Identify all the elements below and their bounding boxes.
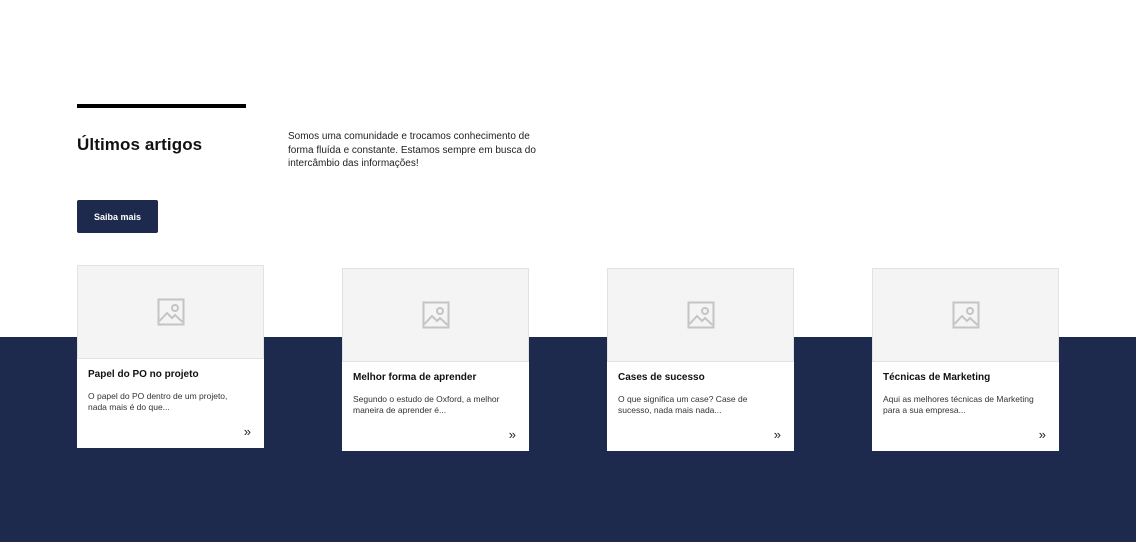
double-chevron-right-icon[interactable]: » <box>774 428 781 441</box>
article-card-excerpt: Aqui as melhores técnicas de Marketing p… <box>883 394 1034 415</box>
article-card-image[interactable] <box>342 268 529 362</box>
article-card-excerpt: Segundo o estudo de Oxford, a melhor man… <box>353 394 500 415</box>
article-card-4[interactable]: Técnicas de Marketing Aqui as melhores t… <box>872 268 1059 451</box>
article-card-title[interactable]: Papel do PO no projeto <box>88 369 253 381</box>
section-accent-rule <box>77 104 246 108</box>
image-placeholder-icon <box>157 298 184 326</box>
saiba-mais-button[interactable]: Saiba mais <box>77 200 158 233</box>
article-card-image[interactable] <box>607 268 794 362</box>
image-placeholder-icon <box>687 301 714 329</box>
article-card-1[interactable]: Papel do PO no projeto O papel do PO den… <box>77 265 264 448</box>
article-card-excerpt: O papel do PO dentro de um projeto, nada… <box>88 391 228 412</box>
article-card-excerpt: O que significa um case? Case de sucesso… <box>618 394 748 415</box>
article-card-2[interactable]: Melhor forma de aprender Segundo o estud… <box>342 268 529 451</box>
double-chevron-right-icon[interactable]: » <box>509 428 516 441</box>
article-card-image[interactable] <box>872 268 1059 362</box>
article-card-title[interactable]: Técnicas de Marketing <box>883 372 1048 384</box>
article-card-title[interactable]: Melhor forma de aprender <box>353 372 518 384</box>
double-chevron-right-icon[interactable]: » <box>244 425 251 438</box>
image-placeholder-icon <box>422 301 449 329</box>
section-intro-text: Somos uma comunidade e trocamos conhecim… <box>288 131 536 169</box>
article-card-image[interactable] <box>77 265 264 359</box>
double-chevron-right-icon[interactable]: » <box>1039 428 1046 441</box>
article-card-3[interactable]: Cases de sucesso O que significa um case… <box>607 268 794 451</box>
section-title: Últimos artigos <box>77 135 203 154</box>
image-placeholder-icon <box>952 301 979 329</box>
article-card-title[interactable]: Cases de sucesso <box>618 372 783 384</box>
